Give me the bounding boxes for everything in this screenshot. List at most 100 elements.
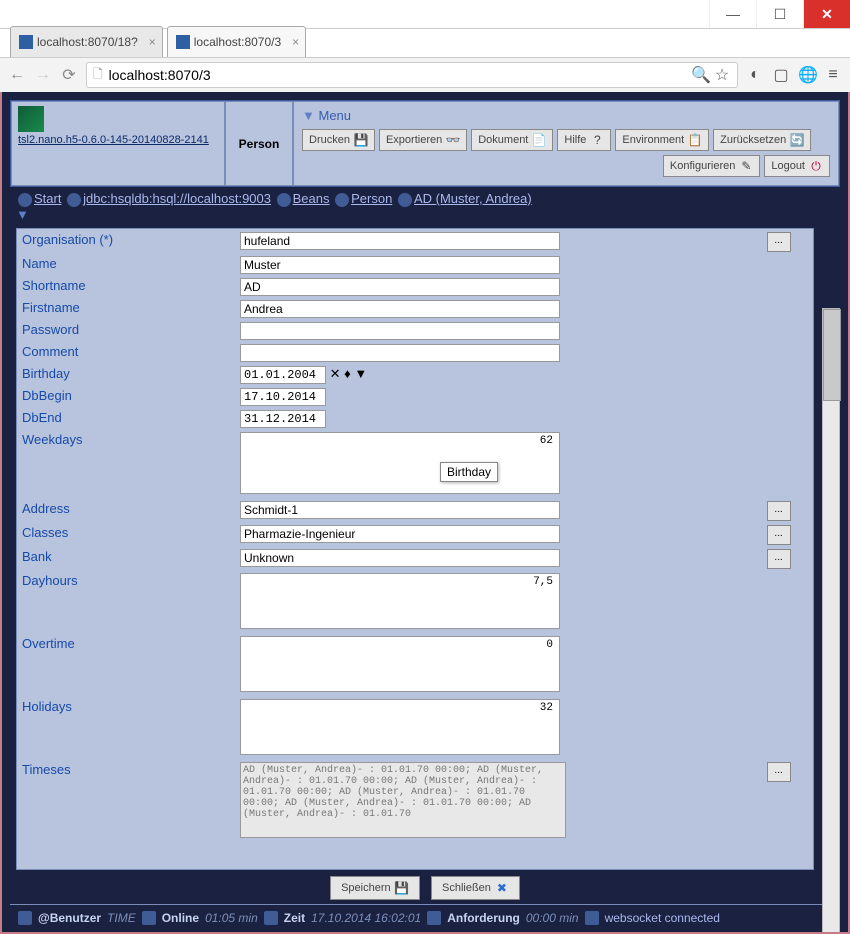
info-icon bbox=[18, 911, 32, 925]
birthday-input[interactable] bbox=[240, 366, 326, 384]
cast-icon[interactable]: ▢ bbox=[772, 65, 790, 85]
dbbegin-input[interactable] bbox=[240, 388, 326, 406]
address-input[interactable] bbox=[240, 501, 560, 519]
label-comment: Comment bbox=[19, 343, 235, 363]
label-name: Name bbox=[19, 255, 235, 275]
bank-picker-button[interactable]: ... bbox=[767, 549, 791, 569]
label-weekdays: Weekdays bbox=[19, 431, 235, 498]
address-picker-button[interactable]: ... bbox=[767, 501, 791, 521]
logout-button[interactable]: Logout⏻ bbox=[764, 155, 830, 177]
edit-icon: ✎ bbox=[739, 159, 753, 173]
scrollbar[interactable] bbox=[822, 308, 840, 934]
save-button[interactable]: Speichern💾 bbox=[330, 876, 420, 900]
favicon-icon bbox=[176, 35, 190, 49]
close-icon: ✖ bbox=[495, 881, 509, 895]
crumb-link[interactable]: AD (Muster, Andrea) bbox=[414, 191, 532, 206]
classes-picker-button[interactable]: ... bbox=[767, 525, 791, 545]
reload-button[interactable]: ⟳ bbox=[60, 65, 78, 85]
tab-label: localhost:8070/18? bbox=[37, 35, 138, 49]
label-shortname: Shortname bbox=[19, 277, 235, 297]
label-classes: Classes bbox=[19, 524, 235, 546]
help-button[interactable]: Hilfe? bbox=[557, 129, 611, 151]
document-button[interactable]: Dokument📄 bbox=[471, 129, 553, 151]
info-icon bbox=[427, 911, 441, 925]
status-bar: @Benutzer TIME Online 01:05 min Zeit 17.… bbox=[10, 904, 840, 931]
label-address: Address bbox=[19, 500, 235, 522]
label-holidays: Holidays bbox=[19, 698, 235, 759]
browser-tab[interactable]: localhost:8070/18? × bbox=[10, 26, 163, 57]
export-button[interactable]: Exportieren👓 bbox=[379, 129, 467, 151]
contrast-icon[interactable]: ◐ bbox=[746, 66, 764, 84]
holidays-input[interactable]: 32 bbox=[240, 699, 560, 755]
comment-input[interactable] bbox=[240, 344, 560, 362]
label-timeses: Timeses bbox=[19, 761, 235, 839]
export-icon: 👓 bbox=[446, 133, 460, 147]
organisation-input[interactable] bbox=[240, 232, 560, 250]
firstname-input[interactable] bbox=[240, 300, 560, 318]
browser-tabs: localhost:8070/18? × localhost:8070/3 × bbox=[0, 29, 850, 57]
favicon-icon bbox=[19, 35, 33, 49]
url-input[interactable] bbox=[107, 66, 687, 84]
close-window-button[interactable]: ✕ bbox=[803, 0, 850, 28]
date-clear-icon[interactable]: ✕ bbox=[330, 366, 341, 381]
date-dropdown-icon[interactable]: ▼ bbox=[354, 366, 367, 381]
power-icon: ⏻ bbox=[809, 159, 823, 173]
menu-toggle[interactable]: ▼ Menu bbox=[298, 106, 834, 125]
close-button[interactable]: Schließen✖ bbox=[431, 876, 520, 900]
label-bank: Bank bbox=[19, 548, 235, 570]
bookmark-icon[interactable]: ☆ bbox=[713, 65, 731, 85]
reset-button[interactable]: Zurücksetzen🔄 bbox=[713, 129, 811, 151]
form-panel: Organisation (*) ... Name Shortname Firs… bbox=[16, 228, 814, 870]
classes-input[interactable] bbox=[240, 525, 560, 543]
menu-icon[interactable]: ≡ bbox=[824, 66, 842, 84]
crumb-link[interactable]: Beans bbox=[293, 191, 330, 206]
tab-close-icon[interactable]: × bbox=[292, 35, 299, 49]
shortname-input[interactable] bbox=[240, 278, 560, 296]
environment-button[interactable]: Environment📋 bbox=[615, 129, 709, 151]
app-logo-icon bbox=[18, 106, 44, 132]
back-button[interactable]: ← bbox=[8, 66, 26, 84]
help-icon: ? bbox=[590, 133, 604, 147]
page-icon: 🗋 bbox=[93, 65, 103, 86]
name-input[interactable] bbox=[240, 256, 560, 274]
dayhours-input[interactable]: 7,5 bbox=[240, 573, 560, 629]
app-version-link[interactable]: tsl2.nano.h5-0.6.0-145-20140828-2141 bbox=[18, 134, 218, 146]
tab-close-icon[interactable]: × bbox=[149, 35, 156, 49]
translate-icon[interactable]: 🌐 bbox=[798, 65, 816, 85]
dbend-input[interactable] bbox=[240, 410, 326, 428]
organisation-picker-button[interactable]: ... bbox=[767, 232, 791, 252]
save-icon: 💾 bbox=[395, 881, 409, 895]
crumb-link[interactable]: Person bbox=[351, 191, 392, 206]
label-firstname: Firstname bbox=[19, 299, 235, 319]
label-dayhours: Dayhours bbox=[19, 572, 235, 633]
search-icon[interactable]: 🔍 bbox=[691, 65, 709, 85]
label-organisation: Organisation (*) bbox=[19, 231, 235, 253]
maximize-button[interactable]: ☐ bbox=[756, 0, 803, 28]
info-icon bbox=[142, 911, 156, 925]
scroll-thumb[interactable] bbox=[823, 309, 841, 401]
weekdays-input[interactable]: 62 bbox=[240, 432, 560, 494]
browser-tab[interactable]: localhost:8070/3 × bbox=[167, 26, 306, 57]
print-button[interactable]: Drucken💾 bbox=[302, 129, 375, 151]
crumb-link[interactable]: Start bbox=[34, 191, 61, 206]
crumb-link[interactable]: jdbc:hsqldb:hsql://localhost:9003 bbox=[83, 191, 271, 206]
copy-icon: 📋 bbox=[688, 133, 702, 147]
label-dbbegin: DbBegin bbox=[19, 387, 235, 407]
overtime-input[interactable]: 0 bbox=[240, 636, 560, 692]
label-overtime: Overtime bbox=[19, 635, 235, 696]
reset-icon: 🔄 bbox=[790, 133, 804, 147]
timeses-picker-button[interactable]: ... bbox=[767, 762, 791, 782]
label-birthday: Birthday bbox=[19, 365, 235, 385]
password-input[interactable] bbox=[240, 322, 560, 340]
bank-input[interactable] bbox=[240, 549, 560, 567]
configure-button[interactable]: Konfigurieren✎ bbox=[663, 155, 760, 177]
info-icon bbox=[264, 911, 278, 925]
minimize-button[interactable]: — bbox=[709, 0, 756, 28]
label-password: Password bbox=[19, 321, 235, 341]
address-bar: ← → ⟳ 🗋 🔍 ☆ ◐ ▢ 🌐 ≡ bbox=[0, 57, 850, 92]
date-spinner-icon[interactable]: ♦ bbox=[344, 366, 351, 381]
tooltip: Birthday bbox=[440, 462, 498, 482]
info-icon bbox=[585, 911, 599, 925]
forward-button[interactable]: → bbox=[34, 66, 52, 84]
breadcrumb: Start jdbc:hsqldb:hsql://localhost:9003 … bbox=[10, 187, 840, 226]
